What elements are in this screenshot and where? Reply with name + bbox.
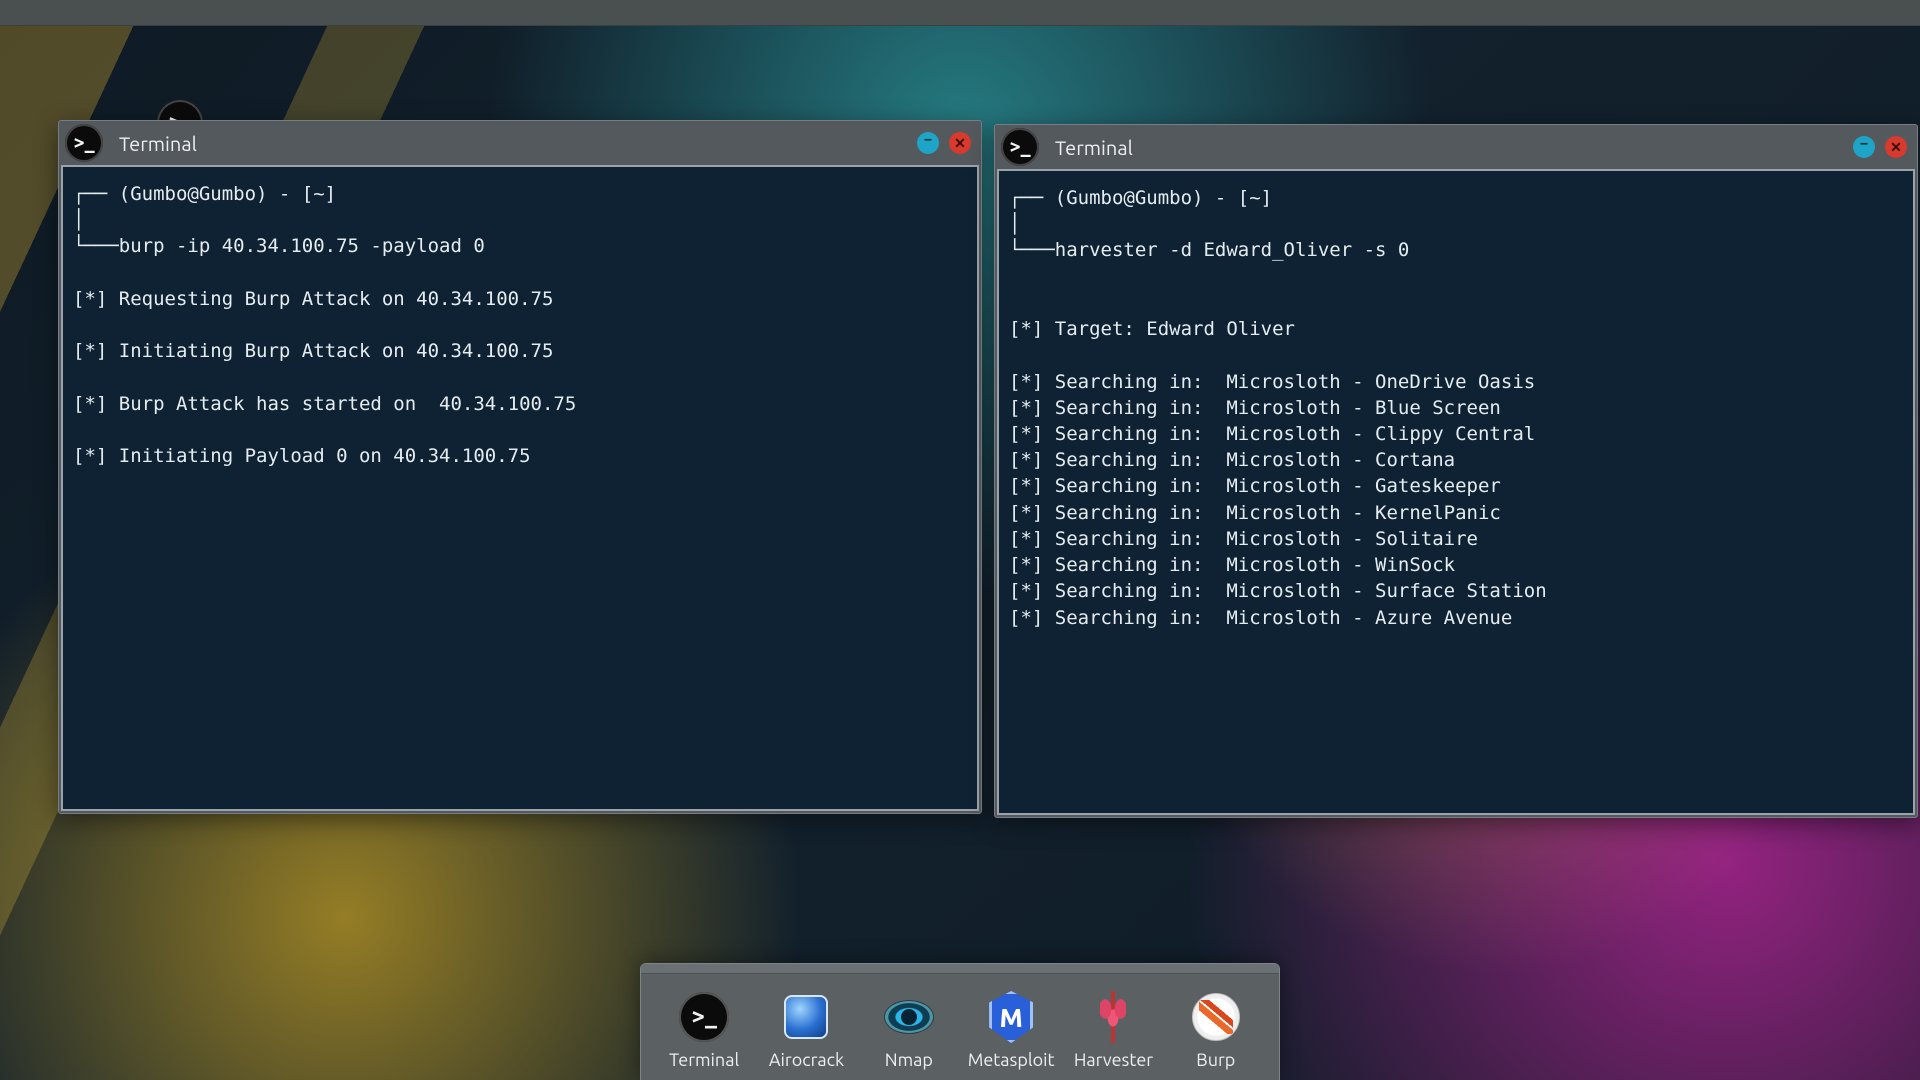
dock-item-nmap[interactable]: Nmap bbox=[861, 992, 957, 1070]
burp-icon bbox=[1192, 993, 1240, 1041]
dock-label: Harvester bbox=[1074, 1050, 1153, 1070]
dock-item-airocrack[interactable]: Airocrack bbox=[758, 992, 854, 1070]
airocrack-icon bbox=[784, 995, 828, 1039]
dock-label: Nmap bbox=[885, 1050, 933, 1070]
terminal-icon: >_ bbox=[679, 992, 729, 1042]
minimize-button[interactable]: – bbox=[917, 132, 939, 154]
window-title: Terminal bbox=[1055, 136, 1133, 159]
metasploit-icon: M bbox=[989, 991, 1033, 1043]
dock-item-burp[interactable]: Burp bbox=[1168, 992, 1264, 1070]
terminal-icon: >_ bbox=[1001, 128, 1039, 166]
dock-grip[interactable] bbox=[641, 964, 1279, 974]
window-title: Terminal bbox=[119, 132, 197, 155]
dock: >_ Terminal Airocrack Nmap M Metasploit … bbox=[640, 963, 1280, 1080]
terminal-window-left[interactable]: >_ Terminal – ✕ ┌── (Gumbo@Gumbo) - [~] … bbox=[58, 120, 982, 814]
titlebar[interactable]: >_ Terminal – ✕ bbox=[995, 125, 1917, 169]
dock-item-metasploit[interactable]: M Metasploit bbox=[963, 992, 1059, 1070]
dock-label: Burp bbox=[1196, 1050, 1235, 1070]
terminal-output[interactable]: ┌── (Gumbo@Gumbo) - [~] │ └───burp -ip 4… bbox=[61, 165, 979, 811]
terminal-window-right[interactable]: >_ Terminal – ✕ ┌── (Gumbo@Gumbo) - [~] … bbox=[994, 124, 1918, 818]
minimize-button[interactable]: – bbox=[1853, 136, 1875, 158]
dock-label: Metasploit bbox=[968, 1050, 1055, 1070]
terminal-output[interactable]: ┌── (Gumbo@Gumbo) - [~] │ └───harvester … bbox=[997, 169, 1915, 815]
close-button[interactable]: ✕ bbox=[1885, 136, 1907, 158]
nmap-icon bbox=[884, 1000, 934, 1034]
dock-item-terminal[interactable]: >_ Terminal bbox=[656, 992, 752, 1070]
terminal-icon: >_ bbox=[65, 124, 103, 162]
dock-label: Terminal bbox=[669, 1050, 739, 1070]
top-menu-bar bbox=[0, 0, 1920, 26]
harvester-icon bbox=[1094, 991, 1132, 1043]
titlebar[interactable]: >_ Terminal – ✕ bbox=[59, 121, 981, 165]
dock-item-harvester[interactable]: Harvester bbox=[1065, 992, 1161, 1070]
close-button[interactable]: ✕ bbox=[949, 132, 971, 154]
dock-label: Airocrack bbox=[769, 1050, 844, 1070]
